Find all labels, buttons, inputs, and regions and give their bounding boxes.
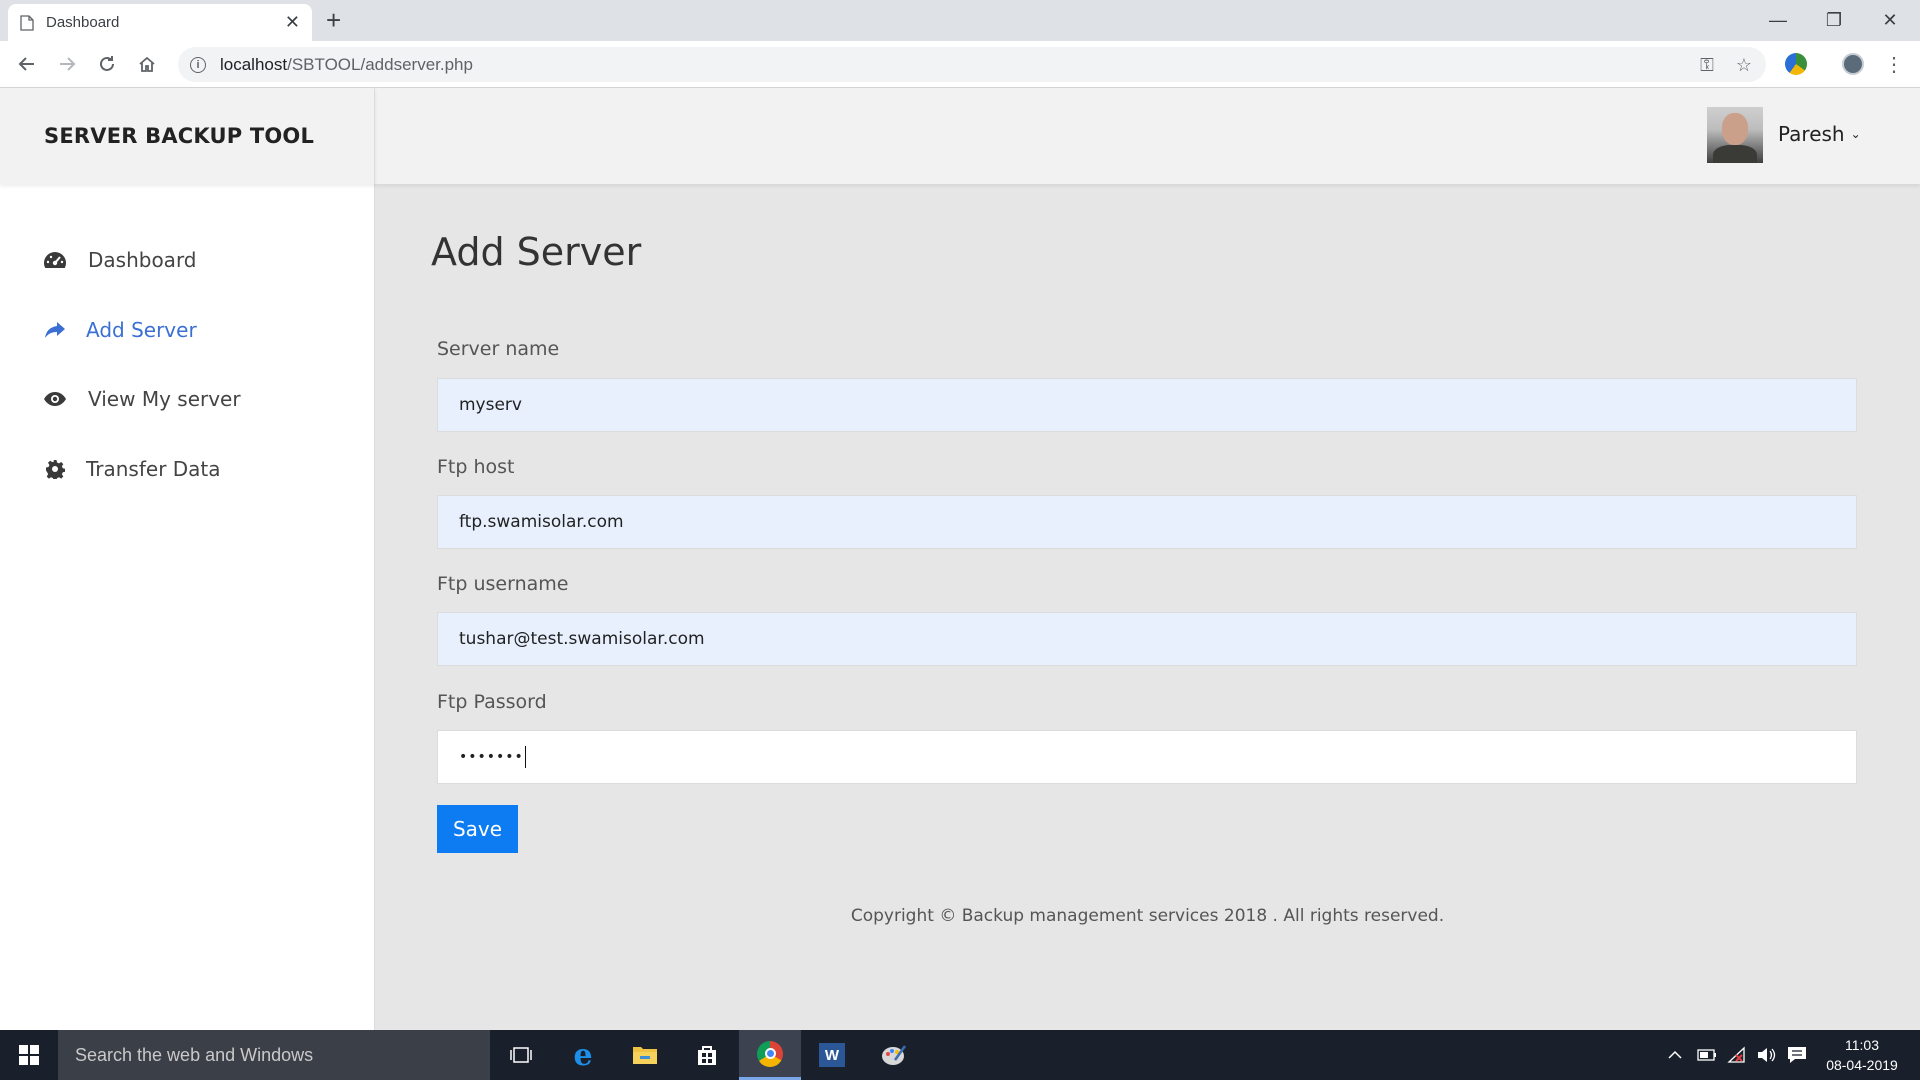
paint-icon[interactable]	[863, 1030, 925, 1080]
brand-logo[interactable]: SERVER BACKUP TOOL	[0, 88, 375, 184]
dashboard-icon	[42, 250, 68, 270]
word-icon[interactable]: W	[801, 1030, 863, 1080]
tab-title: Dashboard	[46, 14, 120, 31]
eye-icon	[42, 391, 68, 407]
menu-kebab-icon[interactable]: ⋮	[1880, 50, 1908, 78]
main-content: Add Server Server name myserv Ftp host f…	[375, 184, 1920, 1030]
home-icon[interactable]	[133, 50, 161, 78]
bookmark-star-icon[interactable]: ☆	[1736, 55, 1752, 76]
address-bar[interactable]: i localhost/SBTOOL/addserver.php ⚿ ☆	[178, 47, 1766, 82]
tray-chevron-icon[interactable]	[1668, 1030, 1682, 1080]
network-disconnected-icon[interactable]	[1727, 1030, 1747, 1080]
ftp-password-field[interactable]: •••••••	[437, 730, 1857, 784]
text-cursor	[524, 746, 526, 768]
taskbar: Search the web and Windows e W 11:03 08-…	[0, 1030, 1920, 1080]
user-menu[interactable]: Paresh ⌄	[1778, 122, 1861, 146]
battery-icon[interactable]	[1697, 1030, 1717, 1080]
sidebar: Dashboard Add Server View My server Tran…	[0, 184, 375, 1030]
taskbar-clock[interactable]: 11:03 08-04-2019	[1812, 1035, 1912, 1075]
extension-icon[interactable]	[1785, 53, 1807, 75]
volume-icon[interactable]	[1756, 1030, 1776, 1080]
footer-copyright: Copyright © Backup management services 2…	[850, 906, 1445, 926]
window-close-icon[interactable]: ✕	[1862, 0, 1918, 41]
taskbar-search[interactable]: Search the web and Windows	[58, 1030, 490, 1080]
task-view-icon[interactable]	[490, 1030, 552, 1080]
search-placeholder: Search the web and Windows	[75, 1044, 314, 1065]
minimize-icon[interactable]: —	[1750, 0, 1806, 41]
close-tab-icon[interactable]: ✕	[285, 12, 300, 33]
notifications-icon[interactable]	[1787, 1030, 1807, 1080]
browser-tabstrip: Dashboard ✕ + — ❐ ✕	[0, 0, 1920, 41]
sidebar-item-label: Add Server	[86, 318, 197, 342]
server-name-label: Server name	[437, 338, 560, 360]
sidebar-item-view-my-server[interactable]: View My server	[42, 387, 241, 411]
brand-text: SERVER BACKUP TOOL	[44, 124, 315, 148]
ftp-username-label: Ftp username	[437, 573, 569, 595]
app-topbar: Paresh ⌄	[375, 88, 1920, 184]
gear-icon	[42, 459, 68, 479]
sidebar-item-label: View My server	[88, 387, 241, 411]
sidebar-item-dashboard[interactable]: Dashboard	[42, 248, 197, 272]
key-icon[interactable]: ⚿	[1700, 55, 1714, 76]
page-icon	[20, 14, 34, 31]
server-name-field[interactable]: myserv	[437, 378, 1857, 432]
ftp-host-field[interactable]: ftp.swamisolar.com	[437, 495, 1857, 549]
new-tab-icon[interactable]: +	[326, 7, 341, 33]
sidebar-item-label: Transfer Data	[86, 457, 221, 481]
sidebar-item-label: Dashboard	[88, 248, 197, 272]
reload-icon[interactable]	[93, 50, 121, 78]
password-value: •••••••	[459, 749, 524, 765]
ftp-password-label: Ftp Passord	[437, 691, 547, 713]
sidebar-item-transfer-data[interactable]: Transfer Data	[42, 457, 221, 481]
forward-icon[interactable]	[53, 50, 81, 78]
share-arrow-icon	[42, 320, 68, 340]
clock-time: 11:03	[1845, 1037, 1879, 1053]
user-name: Paresh	[1778, 122, 1845, 146]
browser-toolbar: i localhost/SBTOOL/addserver.php ⚿ ☆ ⋮	[0, 41, 1920, 88]
windows-start-icon[interactable]	[0, 1030, 58, 1080]
chevron-down-icon: ⌄	[1850, 127, 1861, 141]
ftp-host-label: Ftp host	[437, 456, 515, 478]
user-avatar[interactable]	[1707, 107, 1763, 163]
url-text: localhost/SBTOOL/addserver.php	[220, 54, 473, 74]
ftp-username-field[interactable]: tushar@test.swamisolar.com	[437, 612, 1857, 666]
store-icon[interactable]	[676, 1030, 738, 1080]
page-title: Add Server	[431, 230, 642, 274]
site-info-icon[interactable]: i	[190, 56, 206, 73]
clock-date: 08-04-2019	[1826, 1057, 1898, 1073]
chrome-icon[interactable]	[739, 1030, 801, 1080]
save-button[interactable]: Save	[437, 805, 518, 853]
back-icon[interactable]	[13, 50, 41, 78]
profile-avatar-icon[interactable]	[1842, 53, 1864, 75]
edge-browser-icon[interactable]: e	[552, 1030, 614, 1080]
file-explorer-icon[interactable]	[614, 1030, 676, 1080]
sidebar-item-add-server[interactable]: Add Server	[42, 318, 197, 342]
restore-icon[interactable]: ❐	[1806, 0, 1862, 41]
browser-tab[interactable]: Dashboard ✕	[8, 4, 312, 41]
